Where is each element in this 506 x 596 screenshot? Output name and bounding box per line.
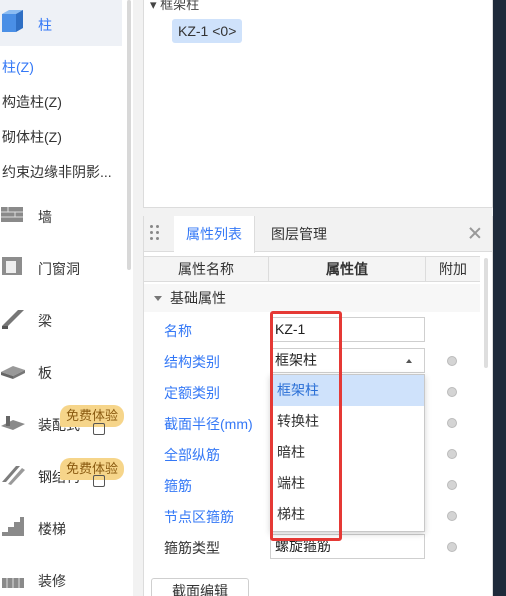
header-property-name: 属性名称 (144, 257, 269, 281)
nav-item-decoration[interactable]: 装修 (0, 556, 122, 596)
close-icon[interactable] (468, 226, 482, 240)
sub-item-boundary-edge[interactable]: 约束边缘非阴影... (0, 157, 122, 187)
nav-item-door-window[interactable]: 门窗洞 (0, 244, 122, 290)
properties-tabbar: 属性列表 图层管理 (144, 216, 492, 253)
property-value-input[interactable]: KZ-1 (270, 317, 425, 342)
dropdown-option[interactable]: 框架柱 (271, 375, 424, 406)
beam-icon (2, 310, 24, 329)
slab-icon (1, 366, 25, 379)
prefab-icon (1, 416, 25, 430)
properties-scrollbar[interactable] (484, 258, 488, 368)
nav-item-column[interactable]: 柱 (0, 0, 122, 46)
stair-icon (2, 517, 24, 536)
dropdown-arrow-icon (406, 359, 412, 363)
nav-label-slab: 板 (38, 365, 52, 381)
free-trial-badge[interactable]: 免费体验 (60, 458, 125, 480)
drag-handle-icon[interactable] (150, 225, 160, 243)
nav-label-wall: 墙 (38, 209, 52, 225)
additional-radio[interactable] (447, 542, 457, 552)
tree-root-label: 框架柱 (160, 0, 200, 12)
property-label: 全部纵筋 (164, 447, 220, 463)
tree-item-kz1[interactable]: KZ-1 <0> (172, 19, 243, 43)
property-label: 箍筋类型 (164, 540, 220, 556)
tree-root-node[interactable]: ▾ 框架柱 (150, 0, 199, 13)
tab-property-list[interactable]: 属性列表 (174, 216, 255, 253)
nav-item-slab[interactable]: 板 (0, 348, 122, 394)
door-window-icon (2, 257, 22, 275)
property-row-stirrup-type: 箍筋类型 螺旋箍筋 (144, 531, 480, 562)
collapse-caret-icon (154, 296, 162, 301)
component-nav: 柱 柱(Z) 构造柱(Z) 砌体柱(Z) 约束边缘非阴影... 墙 门窗洞 梁 … (0, 0, 125, 596)
nav-label-stair: 楼梯 (38, 521, 66, 537)
select-value: 框架柱 (275, 352, 317, 368)
dropdown-option[interactable]: 转换柱 (271, 406, 424, 437)
wall-icon (1, 207, 23, 222)
properties-table-header: 属性名称 属性值 附加 (144, 256, 480, 282)
lock-icon (93, 475, 105, 487)
header-additional: 附加 (439, 261, 467, 277)
nav-label-beam: 梁 (38, 313, 52, 329)
property-label: 名称 (164, 323, 192, 339)
app-root: 柱 柱(Z) 构造柱(Z) 砌体柱(Z) 约束边缘非阴影... 墙 门窗洞 梁 … (0, 0, 506, 596)
additional-radio[interactable] (447, 418, 457, 428)
sub-item-column-z[interactable]: 柱(Z) (0, 52, 122, 82)
property-value-input[interactable]: 螺旋箍筋 (270, 534, 425, 559)
additional-radio[interactable] (447, 511, 457, 521)
panel-gutter (133, 0, 143, 596)
sub-item-masonry-column[interactable]: 砌体柱(Z) (0, 122, 122, 152)
lock-icon (93, 423, 105, 435)
structure-type-select[interactable]: 框架柱 (270, 348, 425, 373)
nav-label-door-window: 门窗洞 (38, 261, 80, 277)
property-label: 截面半径(mm) (164, 416, 253, 432)
nav-label-column: 柱 (38, 17, 52, 33)
column-icon (2, 10, 23, 32)
dropdown-option[interactable]: 端柱 (271, 468, 424, 499)
nav-item-wall[interactable]: 墙 (0, 192, 122, 238)
sub-item-constructional-column[interactable]: 构造柱(Z) (0, 87, 122, 117)
nav-item-beam[interactable]: 梁 (0, 296, 122, 342)
nav-item-stair[interactable]: 楼梯 (0, 504, 122, 550)
structure-type-dropdown: 框架柱 转换柱 暗柱 端柱 梯柱 (270, 374, 425, 532)
canvas-edge (493, 0, 506, 596)
nav-scrollbar[interactable] (127, 0, 131, 270)
free-trial-badge[interactable]: 免费体验 (60, 405, 125, 427)
steel-structure-icon (2, 466, 25, 485)
nav-label-decoration: 装修 (38, 573, 66, 589)
property-label: 节点区箍筋 (164, 509, 234, 525)
group-basic-properties[interactable]: 基础属性 (144, 284, 480, 312)
panel-gap (143, 208, 506, 216)
dropdown-option[interactable]: 暗柱 (271, 437, 424, 468)
tab-layer-management[interactable]: 图层管理 (259, 216, 339, 252)
additional-radio[interactable] (447, 480, 457, 490)
decoration-icon (2, 578, 24, 588)
component-tree: ▾ 框架柱 KZ-1 <0> (143, 0, 493, 208)
header-property-value: 属性值 (269, 257, 426, 281)
property-row-structure-type: 结构类别 框架柱 (144, 345, 480, 376)
property-label: 结构类别 (164, 354, 220, 370)
additional-radio[interactable] (447, 356, 457, 366)
property-label: 箍筋 (164, 478, 192, 494)
group-label: 基础属性 (170, 290, 226, 306)
additional-radio[interactable] (447, 449, 457, 459)
dropdown-option[interactable]: 梯柱 (271, 499, 424, 530)
property-row-name: 名称 KZ-1 (144, 314, 480, 345)
property-label: 定额类别 (164, 385, 220, 401)
section-edit-button[interactable]: 截面编辑 (151, 578, 249, 596)
additional-radio[interactable] (447, 387, 457, 397)
